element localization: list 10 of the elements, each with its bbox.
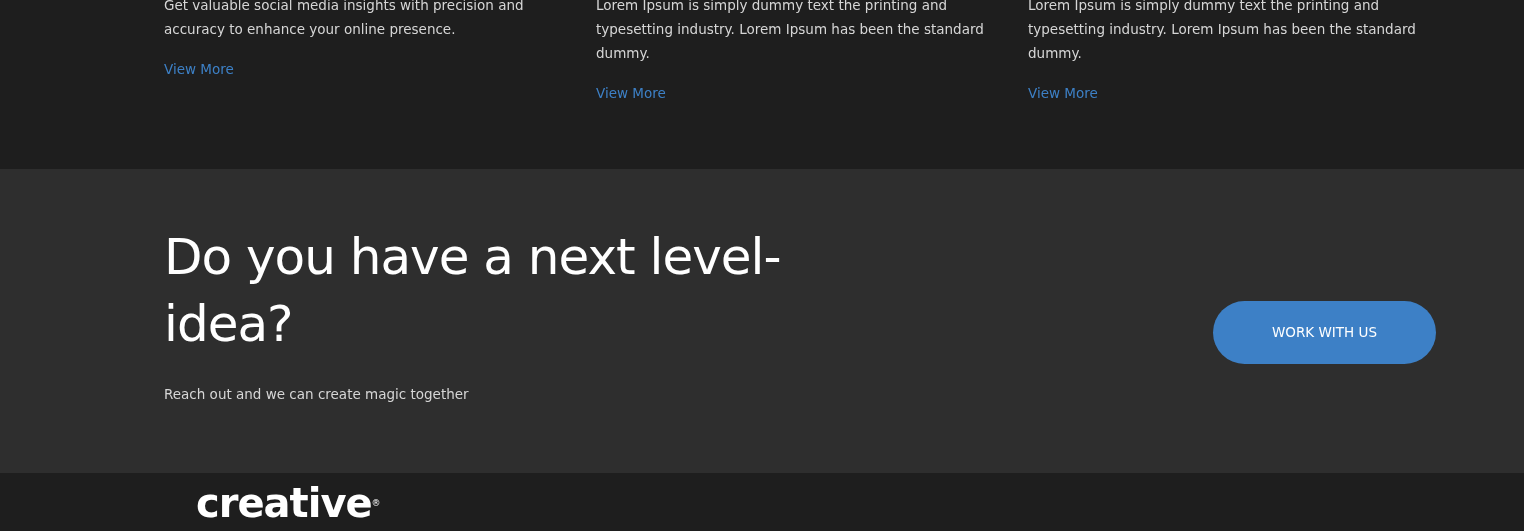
cta-heading: Do you have a next level-idea? <box>164 227 782 355</box>
view-more-link[interactable]: View More <box>596 85 666 101</box>
service-description: Lorem Ipsum is simply dummy text the printing and typesetting industry. Lorem Ipsum has been the standard dummy. <box>596 0 985 63</box>
view-more-link[interactable]: View More <box>1028 85 1098 101</box>
view-more-link[interactable]: View More <box>164 61 234 77</box>
cta-subtitle: Reach out and we can create magic together <box>164 386 470 402</box>
service-description: Lorem Ipsum is simply dummy text the printing and typesetting industry. Lorem Ipsum has been the standard dummy. <box>1028 0 1417 63</box>
service-description: Get valuable social media insights with precision and accuracy to enhance your online presence. <box>164 0 525 39</box>
logo[interactable]: creative$^{®}$ <box>196 481 380 525</box>
work-with-us-button[interactable]: WORK WITH US <box>1213 300 1436 364</box>
